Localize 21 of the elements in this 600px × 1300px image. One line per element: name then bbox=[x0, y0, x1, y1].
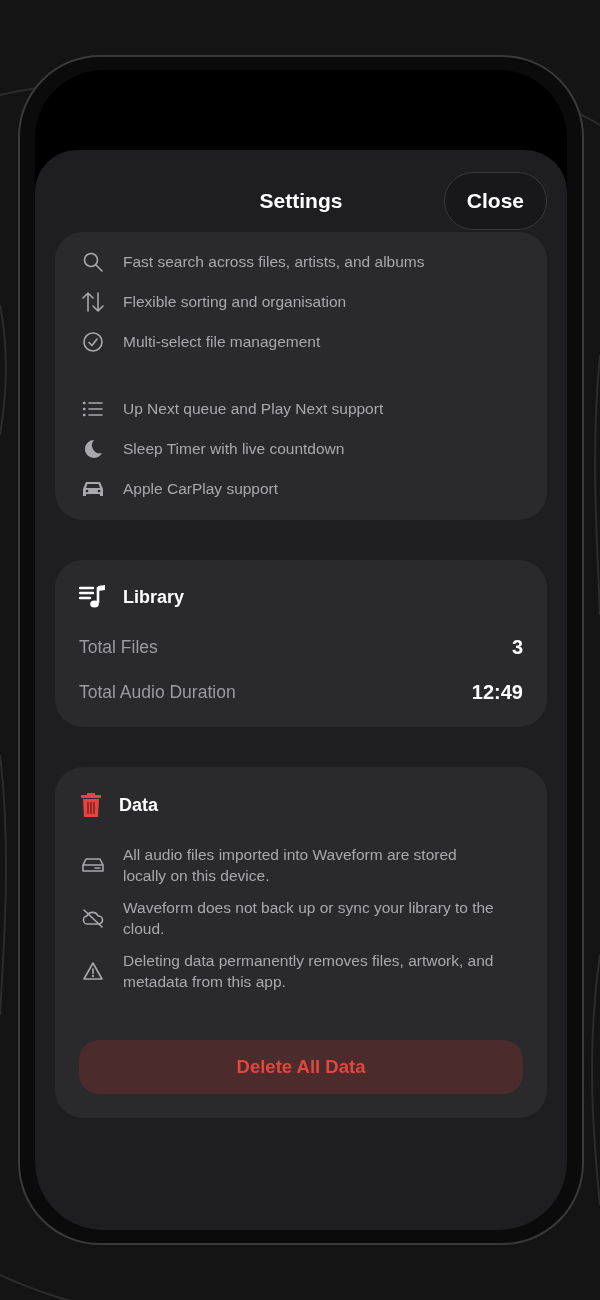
feature-text: Up Next queue and Play Next support bbox=[123, 400, 384, 418]
card-title: Data bbox=[119, 794, 158, 816]
card-title: Library bbox=[123, 586, 185, 608]
info-text: Deleting data permanently removes files, artwork, and metadata from this app. bbox=[123, 951, 495, 992]
stat-label: Total Files bbox=[79, 637, 158, 658]
music-list-icon bbox=[79, 584, 107, 610]
trash-icon bbox=[79, 791, 103, 819]
drive-icon bbox=[79, 856, 107, 874]
arrows-up-down-icon bbox=[79, 291, 107, 313]
feature-text: Sleep Timer with live countdown bbox=[123, 440, 345, 458]
stat-value: 3 bbox=[511, 636, 523, 659]
feature-text: Fast search across files, artists, and albums bbox=[123, 253, 425, 271]
feature-text: Apple CarPlay support bbox=[123, 480, 279, 498]
close-button[interactable]: Close bbox=[443, 172, 547, 230]
feature-text: Multi-select file management bbox=[123, 333, 321, 351]
info-text: All audio files imported into Waveform are stored locally on this device. bbox=[123, 845, 458, 886]
stat-value: 12:49 bbox=[471, 681, 523, 704]
feature-text: Flexible sorting and organisation bbox=[123, 293, 347, 311]
info-text: Waveform does not back up or sync your library to the cloud. bbox=[123, 898, 495, 939]
sheet-title: Settings bbox=[259, 189, 343, 213]
stat-label: Total Audio Duration bbox=[79, 682, 236, 703]
